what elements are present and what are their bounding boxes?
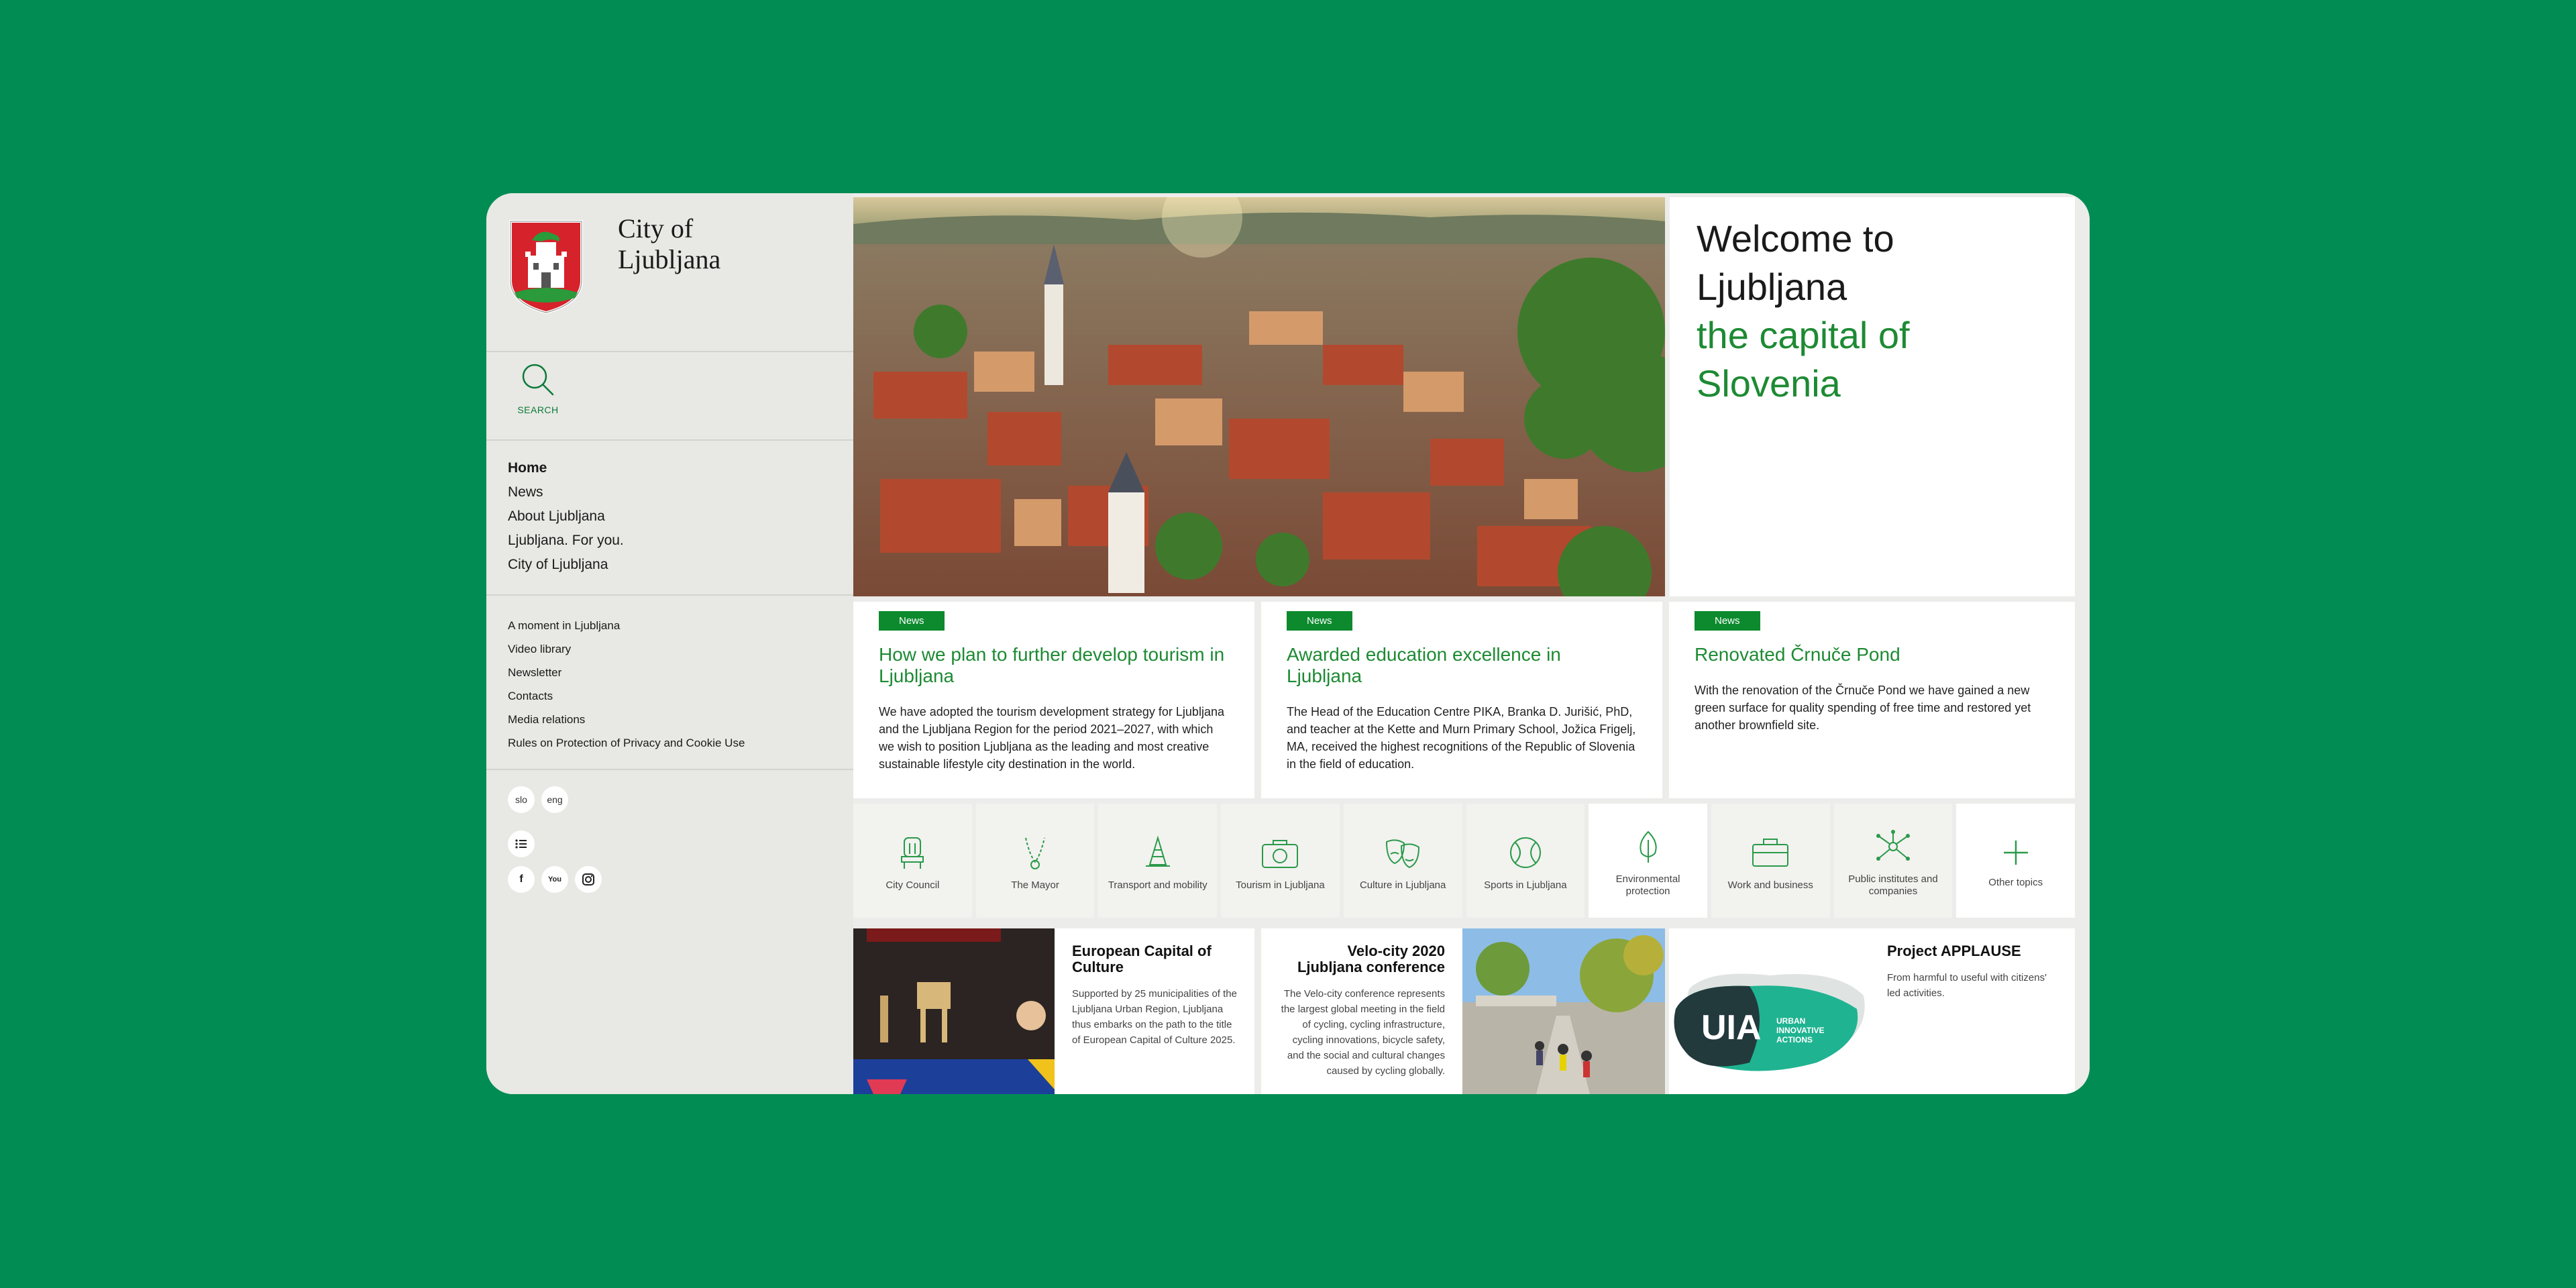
lang-eng-button[interactable]: eng [541,786,568,813]
secondary-nav: A moment in Ljubljana Video library News… [508,614,745,755]
topic-sports[interactable]: Sports in Ljubljana [1466,804,1585,918]
topic-city-council[interactable]: City Council [853,804,972,918]
news-card-tourism[interactable]: News How we plan to further develop tour… [853,602,1254,798]
nav-item-for-you[interactable]: Ljubljana. For you. [508,529,624,553]
youtube-icon[interactable]: You [541,866,568,893]
nav-item-home[interactable]: Home [508,456,624,480]
card-title[interactable]: Project APPLAUSE [1887,943,2061,959]
topic-transport[interactable]: Transport and mobility [1098,804,1218,918]
topic-label: Work and business [1727,879,1813,891]
welcome-subheading: the capital of Slovenia [1697,314,1910,405]
svg-text:INNOVATIVE: INNOVATIVE [1776,1026,1825,1035]
topic-other[interactable]: Other topics [1956,804,2076,918]
topic-label: Sports in Ljubljana [1484,879,1567,891]
divider [486,351,853,352]
news-body: With the renovation of the Črnuče Pond w… [1695,684,2031,732]
sidebar: City of Ljubljana SEARCH Home News About… [486,193,853,1094]
primary-nav: Home News About Ljubljana Ljubljana. For… [508,456,624,577]
card-title[interactable]: Velo-city 2020 Ljubljana conference [1279,943,1445,975]
divider [486,439,853,441]
topic-label: The Mayor [1011,879,1059,891]
topic-label: Public institutes and companies [1848,873,1938,897]
nav-item-contacts[interactable]: Contacts [508,684,745,708]
leaf-icon [1639,830,1657,863]
news-tag: News [1287,611,1352,631]
topic-work-business[interactable]: Work and business [1711,804,1830,918]
lang-slo-button[interactable]: slo [508,786,535,813]
social-links: f You [508,866,602,893]
topic-label: Environmental protection [1615,873,1680,897]
nav-item-newsletter[interactable]: Newsletter [508,661,745,684]
news-title[interactable]: Renovated Črnuče Pond [1695,644,2049,665]
news-card-pond[interactable]: News Renovated Črnuče Pond With the reno… [1669,602,2075,798]
card-applause[interactable]: UIA URBAN INNOVATIVE ACTIONS Project APP… [1669,928,2075,1094]
briefcase-icon [1752,839,1789,867]
culture-image[interactable] [853,928,1055,1094]
news-tag: News [1695,611,1760,631]
topic-label: Other topics [1988,877,2043,888]
plus-icon [2003,841,2028,865]
card-velocity[interactable]: Velo-city 2020 Ljubljana conference The … [1261,928,1462,1094]
topic-label: City Council [885,879,940,891]
cycling-image[interactable] [1462,928,1665,1094]
nav-item-about[interactable]: About Ljubljana [508,504,624,529]
main-content: Welcome to Ljubljana the capital of Slov… [853,193,2090,1094]
card-body: The Velo-city conference represents the … [1281,988,1445,1077]
welcome-panel: Welcome to Ljubljana the capital of Slov… [1670,197,2075,596]
topics-row: City Council The Mayor Transport and mob… [853,804,2076,918]
card-body: Supported by 25 municipalities of the Lj… [1072,988,1237,1046]
svg-text:URBAN: URBAN [1776,1016,1805,1026]
news-title[interactable]: How we plan to further develop tourism i… [879,644,1229,687]
mayor-chain-icon [1025,837,1046,869]
news-tag: News [879,611,945,631]
nav-item-media-relations[interactable]: Media relations [508,708,745,731]
news-title[interactable]: Awarded education excellence in Ljubljan… [1287,644,1637,687]
topic-public-institutes[interactable]: Public institutes and companies [1833,804,1953,918]
uia-logo: UIA URBAN INNOVATIVE ACTIONS [1674,973,1865,1071]
hero-city-image[interactable] [853,197,1665,596]
utility-row [508,830,535,857]
nav-item-city[interactable]: City of Ljubljana [508,553,624,577]
ball-icon [1509,837,1541,868]
topic-label: Culture in Ljubljana [1359,879,1446,891]
nav-item-video-library[interactable]: Video library [508,637,745,661]
browser-frame: City of Ljubljana SEARCH Home News About… [486,193,2090,1094]
svg-text:ACTIONS: ACTIONS [1776,1035,1813,1044]
camera-icon [1262,840,1299,868]
topic-culture[interactable]: Culture in Ljubljana [1343,804,1462,918]
network-icon [1876,830,1910,861]
nav-item-news[interactable]: News [508,480,624,504]
uia-logo-text: UIA [1701,1008,1762,1047]
nav-item-moment[interactable]: A moment in Ljubljana [508,614,745,637]
search-icon [522,364,554,396]
language-switcher: slo eng [508,786,568,813]
search-button[interactable]: SEARCH [515,362,561,415]
facebook-icon[interactable]: f [508,866,535,893]
council-chair-icon [901,837,924,869]
divider [486,594,853,596]
site-title[interactable]: City of Ljubljana [618,213,720,275]
theatre-masks-icon [1386,839,1420,869]
card-european-capital[interactable]: European Capital of Culture Supported by… [1055,928,1254,1094]
news-card-education[interactable]: News Awarded education excellence in Lju… [1261,602,1662,798]
topic-mayor[interactable]: The Mayor [975,804,1095,918]
search-label: SEARCH [517,405,559,415]
traffic-cone-icon [1145,835,1170,867]
topic-label: Tourism in Ljubljana [1236,879,1325,891]
news-body: The Head of the Education Centre PIKA, B… [1287,705,1636,771]
topic-environment[interactable]: Environmental protection [1589,804,1707,918]
topic-tourism[interactable]: Tourism in Ljubljana [1221,804,1340,918]
list-icon[interactable] [508,830,535,857]
card-body: From harmful to useful with citizens' le… [1887,972,2047,999]
card-title[interactable]: European Capital of Culture [1072,943,1237,975]
nav-item-privacy[interactable]: Rules on Protection of Privacy and Cooki… [508,731,745,755]
news-body: We have adopted the tourism development … [879,705,1224,771]
coat-of-arms-logo[interactable] [508,219,584,315]
welcome-heading: Welcome to Ljubljana [1697,217,1894,308]
divider [486,769,853,770]
instagram-icon[interactable] [575,866,602,893]
topic-label: Transport and mobility [1108,879,1208,891]
